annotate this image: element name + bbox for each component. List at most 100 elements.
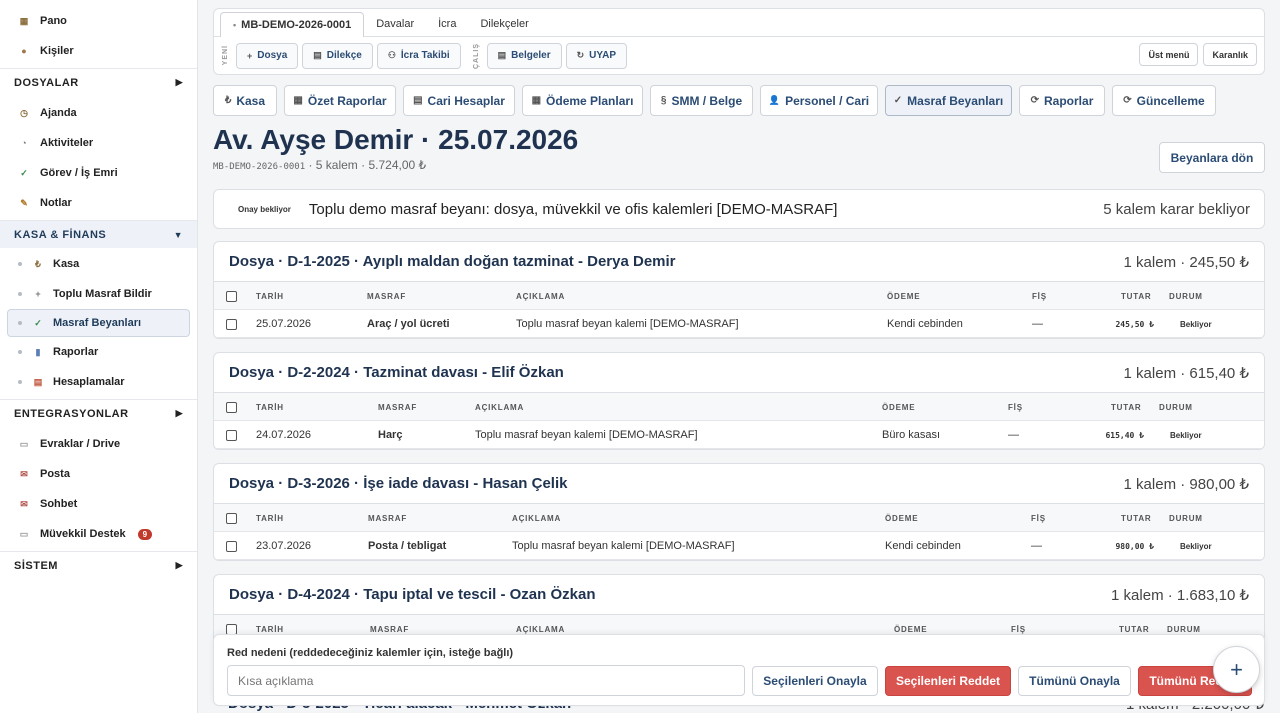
sidebar-item-kasa[interactable]: ₺ Kasa (0, 249, 197, 279)
sidebar-item-notlar[interactable]: ✎ Notlar (0, 188, 197, 218)
group-title: Dosya · D-4-2024 · Tapu iptal ve tescil … (229, 586, 596, 603)
sidebar: ▦ Pano ● Kişiler DOSYALAR ▶ ◷ Ajanda ◔ A… (0, 0, 198, 713)
ledger-icon: ▤ (413, 95, 423, 106)
row-description: Toplu masraf beyan kalemi [DEMO-MASRAF] (512, 540, 735, 552)
section-label: KASA & FİNANS (14, 228, 107, 241)
select-all-checkbox[interactable] (226, 290, 237, 302)
approve-selected-button[interactable]: Seçilenleri Onayla (752, 666, 878, 696)
row-expense-type: Harç (378, 429, 403, 441)
sidebar-item-label: Kasa (53, 258, 80, 270)
section-label: SİSTEM (14, 559, 58, 572)
table-header: TARİH MASRAF AÇIKLAMA ÖDEME FİŞ TUTAR DU… (214, 282, 1264, 310)
person-icon: 👤 (768, 95, 781, 105)
toolbar: YENİ + Dosya ▤ Dilekçe ⚇ İcra Takibi ÇALIŞ … (214, 37, 1264, 74)
column-header: DURUM (1169, 291, 1203, 301)
nav-kasa[interactable]: ₺ Kasa (213, 85, 277, 116)
refresh-icon: ↻ (576, 50, 585, 60)
people-icon: ● (21, 46, 27, 56)
bullet (18, 350, 22, 354)
sidebar-item-label: Notlar (40, 197, 72, 209)
table-row: 23.07.2026 Posta / tebligat Toplu masraf… (214, 532, 1264, 560)
back-to-declarations-button[interactable]: Beyanlara dön (1159, 142, 1265, 173)
sidebar-item-raporlar[interactable]: ▮ Raporlar (0, 337, 197, 367)
nav-personel-cari[interactable]: 👤 Personel / Cari (760, 85, 878, 116)
sidebar-item-muvekkil-destek[interactable]: ▭ Müvekkil Destek 9 (0, 519, 197, 549)
column-header: FİŞ (1008, 402, 1023, 412)
tab-dilekceler[interactable]: Dilekçeler (468, 12, 540, 36)
sidebar-item-ajanda[interactable]: ◷ Ajanda (0, 98, 197, 128)
tab-davalar[interactable]: Davalar (364, 12, 426, 36)
new-petition-button[interactable]: ▤ Dilekçe (302, 42, 373, 69)
tab-icra[interactable]: İcra (426, 12, 468, 36)
row-amount: 615,40 ₺ (1105, 430, 1144, 440)
mail-icon: ✉ (20, 468, 28, 479)
section-icon: § (660, 95, 667, 106)
sidebar-section-entegrasyonlar[interactable]: ENTEGRASYONLAR ▶ (0, 399, 197, 427)
sidebar-section-kasa[interactable]: KASA & FİNANS ▼ (0, 220, 197, 248)
uyap-button[interactable]: ↻ UYAP (565, 42, 628, 69)
select-all-checkbox[interactable] (226, 512, 237, 524)
sidebar-item-aktiviteler[interactable]: ◔ Aktiviteler (0, 128, 197, 158)
new-enforcement-button[interactable]: ⚇ İcra Takibi (376, 42, 461, 69)
sidebar-item-hesaplamalar[interactable]: ▤ Hesaplamalar (0, 367, 197, 397)
group-title: Dosya · D-3-2026 · İşe iade davası - Has… (229, 475, 568, 492)
status-badge: Onay bekliyor (238, 204, 291, 214)
documents-button[interactable]: ▤ Belgeler (486, 42, 562, 69)
dashboard-icon: ▦ (19, 15, 29, 26)
row-checkbox[interactable] (226, 540, 237, 552)
nav-cari-hesaplar[interactable]: ▤ Cari Hesaplar (403, 85, 515, 116)
column-header: TUTAR (1111, 402, 1142, 412)
row-status: Bekliyor (1170, 430, 1202, 440)
group-summary: 1 kalem · 1.683,10 ₺ (1111, 586, 1249, 604)
row-status: Bekliyor (1180, 319, 1212, 329)
select-all-checkbox[interactable] (226, 623, 237, 635)
sidebar-item-masraf-beyanlari[interactable]: ✓ Masraf Beyanları (7, 309, 190, 337)
document-icon: ▤ (313, 50, 322, 60)
sidebar-section-dosyalar[interactable]: DOSYALAR ▶ (0, 68, 197, 96)
sidebar-item-evraklar[interactable]: ▭ Evraklar / Drive (0, 429, 197, 459)
sidebar-item-gorev[interactable]: ✓ Görev / İş Emri (0, 158, 197, 188)
chevron-down-icon: ▼ (173, 229, 183, 240)
sidebar-item-kisiler[interactable]: ● Kişiler (0, 36, 197, 66)
top-menu-button[interactable]: Üst menü (1139, 43, 1199, 66)
approve-all-button[interactable]: Tümünü Onayla (1018, 666, 1131, 696)
row-payment: Kendi cebinden (885, 540, 961, 552)
nav-smm-belge[interactable]: § SMM / Belge (650, 85, 753, 116)
row-checkbox[interactable] (226, 318, 237, 330)
column-header: MASRAF (378, 402, 418, 412)
nav-odeme-planlari[interactable]: ▦ Ödeme Planları (522, 85, 643, 116)
new-file-button[interactable]: + Dosya (236, 42, 299, 69)
tab-bar: MB-DEMO-2026-0001 Davalar İcra Dilekçele… (214, 9, 1264, 37)
sidebar-item-label: Görev / İş Emri (40, 167, 118, 179)
sidebar-section-sistem[interactable]: SİSTEM ▶ (0, 551, 197, 579)
column-header: TARİH (256, 513, 284, 523)
sidebar-item-posta[interactable]: ✉ Posta (0, 459, 197, 489)
reject-selected-button[interactable]: Seçilenleri Reddet (885, 666, 1011, 696)
tab-file[interactable]: MB-DEMO-2026-0001 (220, 12, 365, 37)
file-group: Dosya · D-3-2026 · İşe iade davası - Has… (213, 463, 1265, 561)
finance-nav: ₺ Kasa ▦ Özet Raporlar ▤ Cari Hesaplar ▦ Öde… (213, 85, 1223, 116)
dark-mode-button[interactable]: Karanlık (1203, 43, 1257, 66)
unread-badge: 9 (137, 528, 153, 540)
sidebar-item-label: Ajanda (40, 107, 77, 119)
sidebar-item-sohbet[interactable]: ✉ Sohbet (0, 489, 197, 519)
section-label: ENTEGRASYONLAR (14, 407, 129, 420)
sidebar-item-pano[interactable]: ▦ Pano (0, 6, 197, 36)
reject-reason-label: Red nedeni (reddedeceğiniz kalemler için… (227, 647, 514, 659)
row-description: Toplu masraf beyan kalemi [DEMO-MASRAF] (475, 429, 698, 441)
column-header: MASRAF (368, 513, 408, 523)
nav-masraf-beyanlari[interactable]: ✓ Masraf Beyanları (885, 85, 1012, 116)
row-checkbox[interactable] (226, 429, 237, 441)
nav-ozet-raporlar[interactable]: ▦ Özet Raporlar (284, 85, 396, 116)
select-all-checkbox[interactable] (226, 401, 237, 413)
group-header: Dosya · D-1-2025 · Ayıplı maldan doğan t… (214, 242, 1264, 282)
reject-reason-input[interactable] (227, 665, 745, 696)
nav-guncelleme[interactable]: ⟳ Güncelleme (1112, 85, 1216, 116)
group-label-calis: ÇALIŞ (472, 42, 480, 69)
sidebar-item-toplu-masraf[interactable]: + Toplu Masraf Bildir (0, 279, 197, 309)
nav-label: Cari Hesaplar (427, 93, 505, 108)
button-label: Belgeler (511, 50, 551, 61)
nav-raporlar[interactable]: ⟳ Raporlar (1019, 85, 1105, 116)
bullet (18, 380, 22, 384)
add-fab-button[interactable]: + (1213, 646, 1260, 693)
